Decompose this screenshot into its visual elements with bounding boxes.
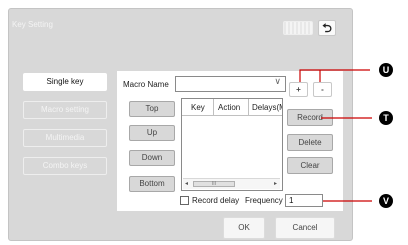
callout-u-icon: U xyxy=(379,63,393,77)
sidebar-item-combo-keys[interactable]: Combo keys xyxy=(23,157,107,175)
sidebar-item-multimedia[interactable]: Multimedia xyxy=(23,129,107,147)
column-key: Key xyxy=(191,103,205,112)
record-button[interactable]: Record xyxy=(287,109,333,126)
record-delay-label: Record delay xyxy=(192,196,240,205)
dialog-title: Key Setting xyxy=(12,20,53,29)
move-bottom-button[interactable]: Bottom xyxy=(129,176,175,192)
scroll-left-icon[interactable]: ◂ xyxy=(185,179,188,189)
callout-t-icon: T xyxy=(379,111,393,125)
column-delays: Delays(M xyxy=(252,103,283,112)
table-header: Key Action Delays(M xyxy=(182,99,282,116)
remove-macro-button[interactable]: - xyxy=(313,82,332,97)
column-action: Action xyxy=(218,103,241,112)
scroll-right-icon[interactable]: ▸ xyxy=(274,179,277,189)
sidebar-item-single-key[interactable]: Single key xyxy=(23,73,107,91)
cancel-button[interactable]: Cancel xyxy=(275,217,335,239)
return-icon[interactable]: ⮌ xyxy=(318,20,336,36)
frequency-input[interactable]: 1 xyxy=(285,194,323,207)
keyboard-icon xyxy=(283,21,313,35)
callout-v-icon: V xyxy=(379,194,393,208)
macro-name-label: Macro Name xyxy=(123,80,169,89)
delete-button[interactable]: Delete xyxy=(287,134,333,151)
ok-button[interactable]: OK xyxy=(223,217,265,239)
chevron-down-icon: ∨ xyxy=(274,76,281,86)
macro-name-select[interactable]: ∨ xyxy=(175,76,286,92)
clear-button[interactable]: Clear xyxy=(287,157,333,174)
move-top-button[interactable]: Top xyxy=(129,101,175,117)
record-delay-checkbox[interactable] xyxy=(180,196,189,205)
sidebar-item-macro-setting[interactable]: Macro setting xyxy=(23,101,107,119)
scroll-thumb[interactable]: III xyxy=(193,181,235,187)
frequency-label: Frequency xyxy=(245,196,283,205)
move-up-button[interactable]: Up xyxy=(129,125,175,141)
add-macro-button[interactable]: + xyxy=(289,82,308,97)
table-horizontal-scrollbar[interactable]: ◂ III ▸ xyxy=(183,178,280,189)
move-down-button[interactable]: Down xyxy=(129,150,175,166)
